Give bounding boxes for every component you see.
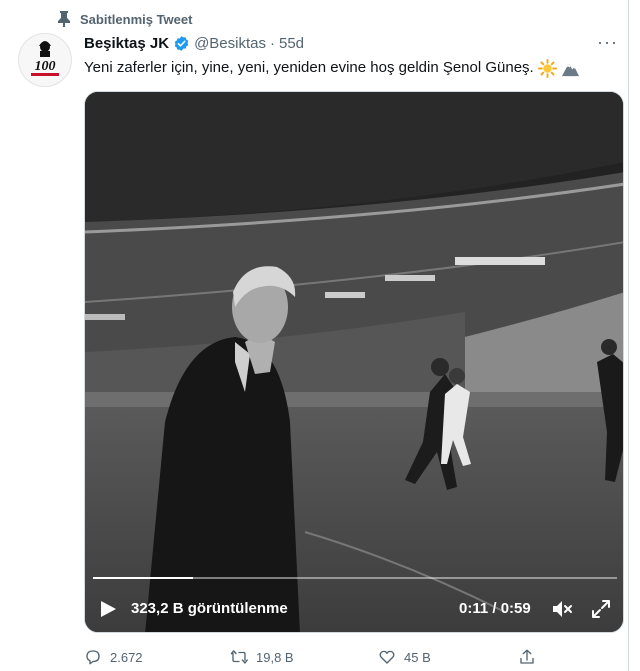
- fullscreen-icon[interactable]: [591, 599, 611, 619]
- sun-emoji-icon: [537, 58, 557, 78]
- video-timer: 0:11 / 0:59: [459, 600, 531, 617]
- heart-icon: [379, 650, 395, 664]
- mountain-emoji-icon: [561, 63, 579, 76]
- tweet-text-content: Yeni zaferler için, yine, yeni, yeniden …: [84, 59, 534, 76]
- video-frame: [85, 92, 623, 632]
- share-icon: [520, 649, 534, 664]
- reply-button[interactable]: 2.672: [84, 648, 143, 666]
- retweet-count: 19,8 B: [256, 649, 294, 665]
- view-count: 323,2 B görüntülenme: [131, 600, 288, 617]
- pinned-tweet-indicator: Sabitlenmiş Tweet: [58, 10, 192, 28]
- author-name[interactable]: Beşiktaş JK: [84, 35, 169, 52]
- like-button[interactable]: 45 B: [378, 648, 431, 666]
- author-handle[interactable]: @Besiktas: [194, 35, 266, 52]
- pinned-label: Sabitlenmiş Tweet: [80, 11, 193, 27]
- tweet-actions: 2.672 19,8 B 45 B: [84, 648, 544, 670]
- reply-count: 2.672: [110, 649, 143, 665]
- video-progress-bar[interactable]: [93, 577, 617, 579]
- share-button[interactable]: [518, 648, 536, 666]
- retweet-icon: [230, 650, 248, 664]
- video-progress-fill: [93, 577, 193, 579]
- verified-badge-icon: [174, 35, 189, 51]
- besiktas-100-logo: 100: [19, 34, 71, 86]
- video-controls: 323,2 B görüntülenme 0:11 / 0:59: [85, 592, 623, 626]
- pin-icon: [58, 11, 70, 27]
- separator-dot: ·: [269, 34, 275, 52]
- avatar-badge-text: 100: [35, 59, 56, 74]
- video-player[interactable]: 323,2 B görüntülenme 0:11 / 0:59: [84, 91, 624, 633]
- more-options-button[interactable]: ···: [597, 32, 618, 53]
- like-count: 45 B: [404, 649, 431, 665]
- tweet-header: Beşiktaş JK @Besiktas · 55d: [84, 33, 304, 53]
- avatar[interactable]: 100: [18, 33, 72, 87]
- tweet-card[interactable]: Sabitlenmiş Tweet 100 Beşiktaş JK @Besik…: [0, 0, 629, 671]
- reply-icon: [86, 650, 100, 665]
- play-icon[interactable]: [99, 600, 117, 618]
- tweet-timestamp[interactable]: 55d: [279, 35, 304, 52]
- mute-icon[interactable]: [551, 599, 573, 619]
- tweet-text: Yeni zaferler için, yine, yeni, yeniden …: [84, 58, 580, 78]
- retweet-button[interactable]: 19,8 B: [230, 648, 294, 666]
